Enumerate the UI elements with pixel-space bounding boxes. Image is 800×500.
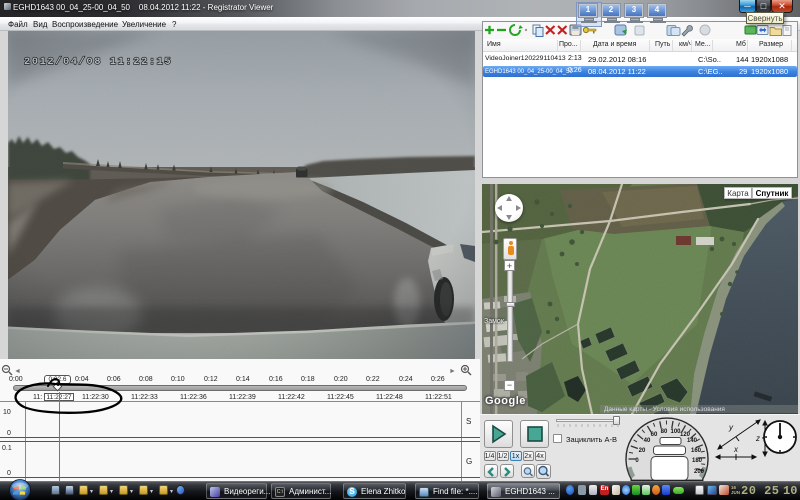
svg-text:Данные карты - Условия использ: Данные карты - Условия использования [604,406,725,413]
svg-text:160: 160 [691,448,702,454]
svg-text:y: y [728,423,734,432]
svg-text:60: 60 [651,432,658,438]
svg-text:2012/04/08 11:22:15: 2012/04/08 11:22:15 [24,56,172,68]
svg-text:x: x [733,445,739,454]
svg-text:80: 80 [661,429,668,435]
svg-text:20: 20 [639,448,646,454]
svg-text:z: z [755,434,760,443]
svg-text:140: 140 [687,438,698,444]
svg-text:180: 180 [692,458,703,464]
svg-text:200: 200 [694,469,705,475]
svg-text:40: 40 [644,438,651,444]
